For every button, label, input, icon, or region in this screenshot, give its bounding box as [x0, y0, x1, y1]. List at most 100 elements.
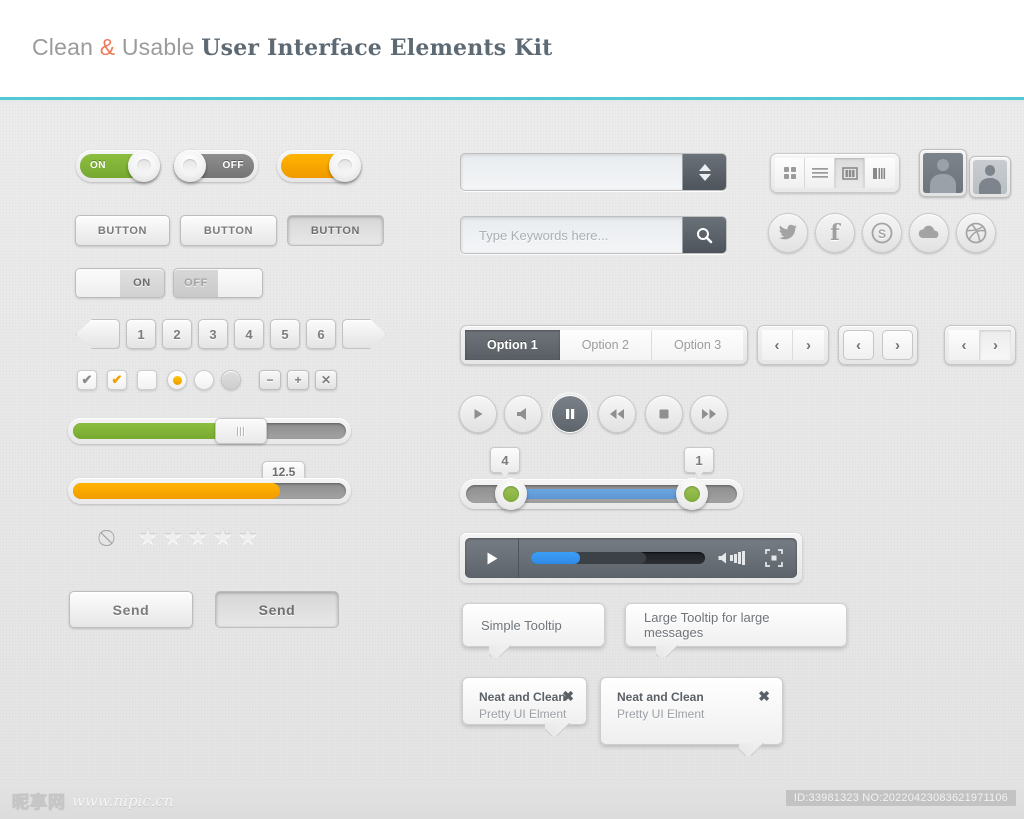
toggle-switch-off[interactable]: OFF	[174, 150, 258, 182]
progress-track	[73, 483, 346, 499]
search-input-placeholder[interactable]: Type Keywords here...	[461, 217, 682, 253]
nav-prev-button[interactable]: ‹	[843, 330, 874, 360]
switch-on[interactable]: ON	[75, 268, 165, 298]
progress-fill	[73, 483, 281, 499]
star-icon-4[interactable]: ★	[213, 526, 233, 548]
spinner-buttons[interactable]	[682, 154, 726, 190]
play-button[interactable]	[459, 395, 497, 433]
volume-icon	[718, 552, 726, 564]
star-icon-5[interactable]: ★	[238, 526, 258, 548]
progress-bar-green[interactable]	[68, 418, 351, 444]
video-fullscreen-button[interactable]	[757, 549, 791, 567]
tab-option-3[interactable]: Option 3	[651, 330, 744, 360]
twitter-bird-icon	[779, 224, 797, 240]
toggle-knob[interactable]	[128, 150, 160, 182]
fast-forward-button[interactable]	[690, 395, 728, 433]
radio-selected[interactable]	[167, 370, 187, 390]
popover-title: Neat and Clean	[479, 690, 566, 704]
button-pressed[interactable]: BUTTON	[287, 215, 384, 246]
facebook-icon[interactable]: f	[815, 213, 855, 253]
gallery-view-icon[interactable]	[865, 158, 895, 188]
toggle-switch-amber[interactable]	[277, 150, 361, 182]
checkbox-checked-amber[interactable]: ✔	[107, 370, 127, 390]
pagination-prev-button[interactable]	[76, 319, 120, 349]
popover-small[interactable]: Neat and Clean Pretty UI Elment ✖	[462, 677, 587, 725]
search-button[interactable]	[682, 217, 726, 253]
twitter-icon[interactable]	[768, 213, 808, 253]
range-slider[interactable]	[460, 478, 743, 510]
close-button[interactable]: ✕	[315, 370, 337, 390]
pagination[interactable]: 1 2 3 4 5 6	[76, 319, 386, 349]
button-primary-2[interactable]: BUTTON	[180, 215, 277, 246]
pagination-page-6[interactable]: 6	[306, 319, 336, 349]
send-button[interactable]: Send	[69, 591, 193, 628]
range-handle-left[interactable]	[495, 478, 527, 510]
tooltip-tail	[656, 645, 678, 657]
chevron-down-icon[interactable]	[698, 173, 711, 181]
video-seek-bar[interactable]	[531, 552, 705, 564]
minus-button[interactable]: −	[259, 370, 281, 390]
send-button-pressed[interactable]: Send	[215, 591, 339, 628]
view-mode-toggle[interactable]	[770, 153, 900, 193]
number-input-group[interactable]	[460, 153, 727, 191]
video-volume-control[interactable]	[717, 551, 745, 565]
checkbox-checked-gray[interactable]: ✔	[77, 370, 97, 390]
progress-bar-amber[interactable]	[68, 478, 351, 504]
dribbble-icon[interactable]	[956, 213, 996, 253]
avatar-small[interactable]	[969, 156, 1011, 198]
toggle-track: ON	[80, 150, 160, 182]
checkbox-unchecked[interactable]	[137, 370, 157, 390]
range-handle-right[interactable]	[676, 478, 708, 510]
pagination-page-5[interactable]: 5	[270, 319, 300, 349]
nav-next-button[interactable]: ›	[980, 330, 1011, 360]
pagination-page-4[interactable]: 4	[234, 319, 264, 349]
avatar-large[interactable]	[919, 149, 967, 197]
video-player[interactable]	[460, 533, 802, 583]
star-icon-2[interactable]: ★	[163, 526, 183, 548]
toggle-switch-on[interactable]: ON	[76, 150, 160, 182]
column-view-icon[interactable]	[835, 158, 865, 188]
list-icon	[811, 168, 828, 178]
star-icon-1[interactable]: ★	[138, 526, 158, 548]
rewind-button[interactable]	[598, 395, 636, 433]
cloud-icon[interactable]	[909, 213, 949, 253]
nav-arrows-active[interactable]: ‹ ›	[944, 325, 1016, 365]
pagination-page-3[interactable]: 3	[198, 319, 228, 349]
switch-off[interactable]: OFF	[173, 268, 263, 298]
search-input-group[interactable]: Type Keywords here...	[460, 216, 727, 254]
toggle-knob[interactable]	[329, 150, 361, 182]
avatar-placeholder-image	[973, 160, 1007, 194]
nav-arrows-split[interactable]: ‹ ›	[838, 325, 918, 365]
plus-button[interactable]: +	[287, 370, 309, 390]
nav-arrows-joined[interactable]: ‹ ›	[757, 325, 829, 365]
volume-button[interactable]	[504, 395, 542, 433]
button-primary-1[interactable]: BUTTON	[75, 215, 170, 246]
tab-group[interactable]: Option 1 Option 2 Option 3	[460, 325, 749, 365]
popover-close-icon[interactable]: ✖	[562, 688, 574, 705]
list-view-icon[interactable]	[805, 158, 835, 188]
nav-prev-button[interactable]: ‹	[949, 330, 980, 360]
slider-grip-handle[interactable]	[214, 418, 267, 444]
video-play-button[interactable]	[465, 538, 519, 578]
toggle-knob[interactable]	[174, 150, 206, 182]
popover-large[interactable]: Neat and Clean Pretty UI Elment ✖	[600, 677, 783, 745]
spinner-icon	[698, 163, 711, 181]
skype-icon[interactable]: S	[862, 213, 902, 253]
number-input[interactable]	[461, 154, 682, 190]
pagination-page-2[interactable]: 2	[162, 319, 192, 349]
nav-next-button[interactable]: ›	[882, 330, 913, 360]
tab-option-1[interactable]: Option 1	[465, 330, 560, 360]
nav-prev-button[interactable]: ‹	[762, 330, 793, 360]
chevron-up-icon[interactable]	[698, 163, 711, 171]
progress-fill	[73, 423, 226, 439]
pagination-page-1[interactable]: 1	[126, 319, 156, 349]
popover-close-icon[interactable]: ✖	[758, 688, 770, 705]
grid-view-icon[interactable]	[775, 158, 805, 188]
pagination-next-button[interactable]	[342, 319, 386, 349]
pause-button[interactable]	[551, 395, 589, 433]
stop-button[interactable]	[645, 395, 683, 433]
star-icon-3[interactable]: ★	[188, 526, 208, 548]
tab-option-2[interactable]: Option 2	[559, 330, 652, 360]
radio-unselected[interactable]	[194, 370, 214, 390]
nav-next-button[interactable]: ›	[793, 330, 824, 360]
